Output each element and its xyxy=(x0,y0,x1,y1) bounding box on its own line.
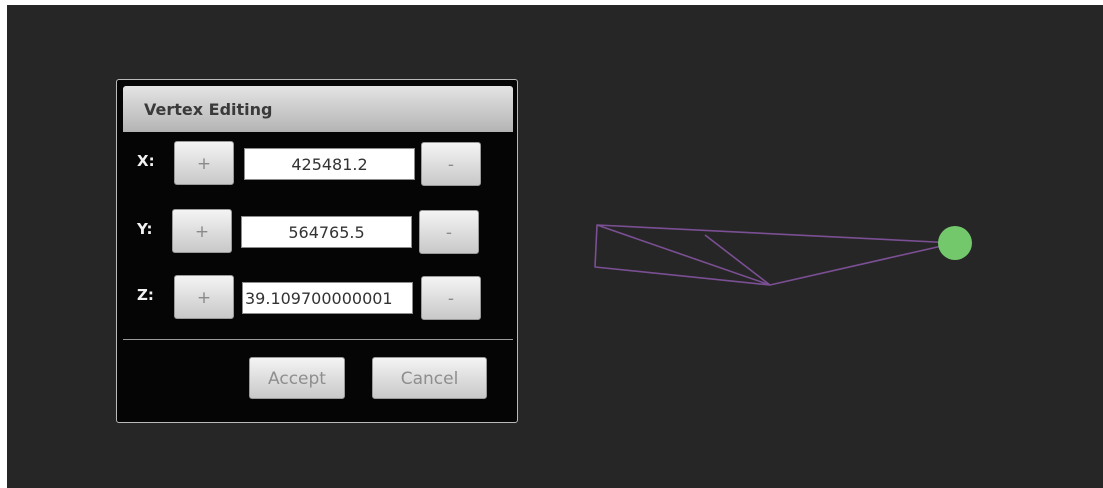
wireframe-outline xyxy=(594,224,956,286)
x-value-field[interactable] xyxy=(244,148,415,180)
x-axis-label: X: xyxy=(137,152,155,170)
y-increment-button[interactable]: + xyxy=(172,209,232,253)
z-decrement-button[interactable]: - xyxy=(421,276,481,320)
accept-button[interactable]: Accept xyxy=(249,357,345,399)
z-axis-label: Z: xyxy=(137,286,154,304)
y-decrement-button[interactable]: - xyxy=(419,210,479,254)
y-value-field[interactable] xyxy=(241,216,412,248)
z-value-field[interactable] xyxy=(242,282,413,314)
vertex-editing-dialog: Vertex Editing X: + - Y: + - Z: + - Acce… xyxy=(116,79,518,423)
z-increment-button[interactable]: + xyxy=(174,275,234,319)
dialog-header[interactable]: Vertex Editing xyxy=(123,86,513,132)
polygon-wireframe xyxy=(594,224,956,286)
dialog-divider xyxy=(123,339,513,340)
dialog-title: Vertex Editing xyxy=(144,100,273,119)
map-viewport[interactable]: Vertex Editing X: + - Y: + - Z: + - Acce… xyxy=(7,5,1103,488)
selected-vertex-handle[interactable] xyxy=(938,226,972,260)
x-decrement-button[interactable]: - xyxy=(421,142,481,186)
wireframe-inner-edge xyxy=(704,234,771,286)
x-increment-button[interactable]: + xyxy=(174,141,234,185)
cancel-button[interactable]: Cancel xyxy=(372,357,487,399)
y-axis-label: Y: xyxy=(137,220,153,238)
